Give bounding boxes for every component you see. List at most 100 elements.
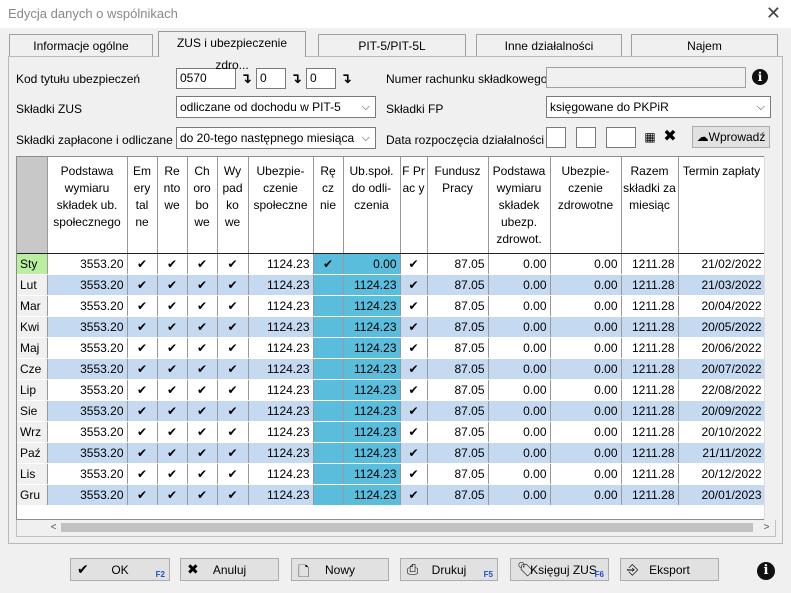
eksport-button[interactable]: ⎆ Eksport — [620, 558, 719, 581]
emerytalne-check-icon[interactable]: ✔ — [127, 400, 158, 422]
fundusz-pracy-cell[interactable]: 87.05 — [427, 295, 489, 317]
emerytalne-check-icon[interactable]: ✔ — [127, 442, 158, 464]
ubezpieczenie-spoleczne-cell[interactable]: 1124.23 — [248, 400, 314, 422]
podstawa-zdrowotna-cell[interactable]: 0.00 — [488, 337, 551, 359]
podstawa-zdrowotna-cell[interactable]: 0.00 — [488, 358, 551, 380]
reczne-check-icon[interactable] — [313, 400, 344, 422]
fundusz-pracy-cell[interactable]: 87.05 — [427, 400, 489, 422]
month-cell[interactable]: Lis — [17, 463, 48, 485]
podstawa-zdrowotna-cell[interactable]: 0.00 — [488, 463, 551, 485]
podstawa-cell[interactable]: 3553.20 — [47, 358, 128, 380]
table-row[interactable]: Kwi 3553.20 ✔ ✔ ✔ ✔ 1124.23 1124.23 ✔ 87.05 0.00 0.… — [17, 316, 766, 338]
termin-cell[interactable]: 20/06/2022 — [678, 337, 766, 359]
ub-spol-do-odliczenia-cell[interactable]: 1124.23 — [343, 274, 401, 296]
fundusz-pracy-cell[interactable]: 87.05 — [427, 253, 489, 275]
ub-spol-do-odliczenia-cell[interactable]: 1124.23 — [343, 295, 401, 317]
rentowe-check-icon[interactable]: ✔ — [157, 358, 188, 380]
info-icon[interactable]: i — [757, 562, 775, 580]
ub-spol-do-odliczenia-cell[interactable]: 1124.23 — [343, 316, 401, 338]
ub-spol-do-odliczenia-cell[interactable]: 1124.23 — [343, 358, 401, 380]
emerytalne-check-icon[interactable]: ✔ — [127, 379, 158, 401]
emerytalne-check-icon[interactable]: ✔ — [127, 253, 158, 275]
month-cell[interactable]: Paź — [17, 442, 48, 464]
table-row[interactable]: Wrz 3553.20 ✔ ✔ ✔ ✔ 1124.23 1124.23 ✔ 87.05 0.00 0.… — [17, 421, 766, 443]
chorobowe-check-icon[interactable]: ✔ — [187, 274, 218, 296]
table-row[interactable]: Sie 3553.20 ✔ ✔ ✔ ✔ 1124.23 1124.23 ✔ 87.05 0.00 0.… — [17, 400, 766, 422]
reczne-check-icon[interactable] — [313, 337, 344, 359]
arrow-down-icon[interactable]: ↴ — [288, 68, 304, 89]
ok-button[interactable]: ✔ OK F2 — [70, 558, 170, 581]
month-cell[interactable]: Lut — [17, 274, 48, 296]
termin-cell[interactable]: 20/09/2022 — [678, 400, 766, 422]
rentowe-check-icon[interactable]: ✔ — [157, 442, 188, 464]
table-row[interactable]: Sty 3553.20 ✔ ✔ ✔ ✔ 1124.23 ✔ 0.00 ✔ 87.05 0.00 0.00… — [17, 253, 766, 275]
ubezpieczenie-spoleczne-cell[interactable]: 1124.23 — [248, 316, 314, 338]
fp-check-icon[interactable]: ✔ — [400, 484, 428, 506]
wypadkowe-check-icon[interactable]: ✔ — [217, 484, 249, 506]
reczne-check-icon[interactable] — [313, 421, 344, 443]
podstawa-cell[interactable]: 3553.20 — [47, 316, 128, 338]
ubezpieczenie-zdrowotne-cell[interactable]: 0.00 — [550, 337, 622, 359]
ubezpieczenie-spoleczne-cell[interactable]: 1124.23 — [248, 379, 314, 401]
month-cell[interactable]: Maj — [17, 337, 48, 359]
razem-cell[interactable]: 1211.28 — [621, 379, 679, 401]
table-row[interactable]: Maj 3553.20 ✔ ✔ ✔ ✔ 1124.23 1124.23 ✔ 87.05 0.00 0.… — [17, 337, 766, 359]
razem-cell[interactable]: 1211.28 — [621, 358, 679, 380]
vertical-scrollbar[interactable] — [764, 156, 776, 520]
ubezpieczenie-zdrowotne-cell[interactable]: 0.00 — [550, 295, 622, 317]
table-row[interactable]: Gru 3553.20 ✔ ✔ ✔ ✔ 1124.23 1124.23 ✔ 87.05 0.00 0.… — [17, 484, 766, 506]
emerytalne-check-icon[interactable]: ✔ — [127, 484, 158, 506]
podstawa-cell[interactable]: 3553.20 — [47, 379, 128, 401]
wypadkowe-check-icon[interactable]: ✔ — [217, 295, 249, 317]
podstawa-cell[interactable]: 3553.20 — [47, 421, 128, 443]
rentowe-check-icon[interactable]: ✔ — [157, 295, 188, 317]
termin-cell[interactable]: 21/02/2022 — [678, 253, 766, 275]
podstawa-cell[interactable]: 3553.20 — [47, 442, 128, 464]
ubezpieczenie-zdrowotne-cell[interactable]: 0.00 — [550, 463, 622, 485]
ubezpieczenie-zdrowotne-cell[interactable]: 0.00 — [550, 274, 622, 296]
rentowe-check-icon[interactable]: ✔ — [157, 253, 188, 275]
razem-cell[interactable]: 1211.28 — [621, 400, 679, 422]
podstawa-zdrowotna-cell[interactable]: 0.00 — [488, 379, 551, 401]
table-row[interactable]: Lis 3553.20 ✔ ✔ ✔ ✔ 1124.23 1124.23 ✔ 87.05 0.00 0.… — [17, 463, 766, 485]
wypadkowe-check-icon[interactable]: ✔ — [217, 421, 249, 443]
ubezpieczenie-zdrowotne-cell[interactable]: 0.00 — [550, 400, 622, 422]
ubezpieczenie-spoleczne-cell[interactable]: 1124.23 — [248, 274, 314, 296]
wypadkowe-check-icon[interactable]: ✔ — [217, 316, 249, 338]
emerytalne-check-icon[interactable]: ✔ — [127, 295, 158, 317]
fundusz-pracy-cell[interactable]: 87.05 — [427, 442, 489, 464]
ub-spol-do-odliczenia-cell[interactable]: 1124.23 — [343, 400, 401, 422]
podstawa-cell[interactable]: 3553.20 — [47, 463, 128, 485]
ubezpieczenie-spoleczne-cell[interactable]: 1124.23 — [248, 463, 314, 485]
reczne-check-icon[interactable] — [313, 274, 344, 296]
razem-cell[interactable]: 1211.28 — [621, 484, 679, 506]
razem-cell[interactable]: 1211.28 — [621, 253, 679, 275]
calendar-icon[interactable]: ▦ — [642, 127, 658, 148]
podstawa-zdrowotna-cell[interactable]: 0.00 — [488, 295, 551, 317]
podstawa-cell[interactable]: 3553.20 — [47, 337, 128, 359]
podstawa-zdrowotna-cell[interactable]: 0.00 — [488, 253, 551, 275]
close-icon[interactable]: ✕ — [766, 2, 781, 24]
wypadkowe-check-icon[interactable]: ✔ — [217, 274, 249, 296]
reczne-check-icon[interactable] — [313, 484, 344, 506]
fp-check-icon[interactable]: ✔ — [400, 274, 428, 296]
podstawa-cell[interactable]: 3553.20 — [47, 400, 128, 422]
razem-cell[interactable]: 1211.28 — [621, 337, 679, 359]
reczne-check-icon[interactable] — [313, 463, 344, 485]
month-cell[interactable]: Kwi — [17, 316, 48, 338]
nowy-button[interactable]: 🗋 Nowy — [291, 558, 389, 581]
arrow-down-icon[interactable]: ↴ — [338, 68, 354, 89]
ubezpieczenie-zdrowotne-cell[interactable]: 0.00 — [550, 484, 622, 506]
ub-spol-do-odliczenia-cell[interactable]: 1124.23 — [343, 484, 401, 506]
fp-check-icon[interactable]: ✔ — [400, 316, 428, 338]
podstawa-cell[interactable]: 3553.20 — [47, 274, 128, 296]
wypadkowe-check-icon[interactable]: ✔ — [217, 379, 249, 401]
wypadkowe-check-icon[interactable]: ✔ — [217, 400, 249, 422]
fundusz-pracy-cell[interactable]: 87.05 — [427, 337, 489, 359]
wypadkowe-check-icon[interactable]: ✔ — [217, 442, 249, 464]
emerytalne-check-icon[interactable]: ✔ — [127, 463, 158, 485]
rentowe-check-icon[interactable]: ✔ — [157, 400, 188, 422]
razem-cell[interactable]: 1211.28 — [621, 421, 679, 443]
fundusz-pracy-cell[interactable]: 87.05 — [427, 274, 489, 296]
ubezpieczenie-spoleczne-cell[interactable]: 1124.23 — [248, 358, 314, 380]
